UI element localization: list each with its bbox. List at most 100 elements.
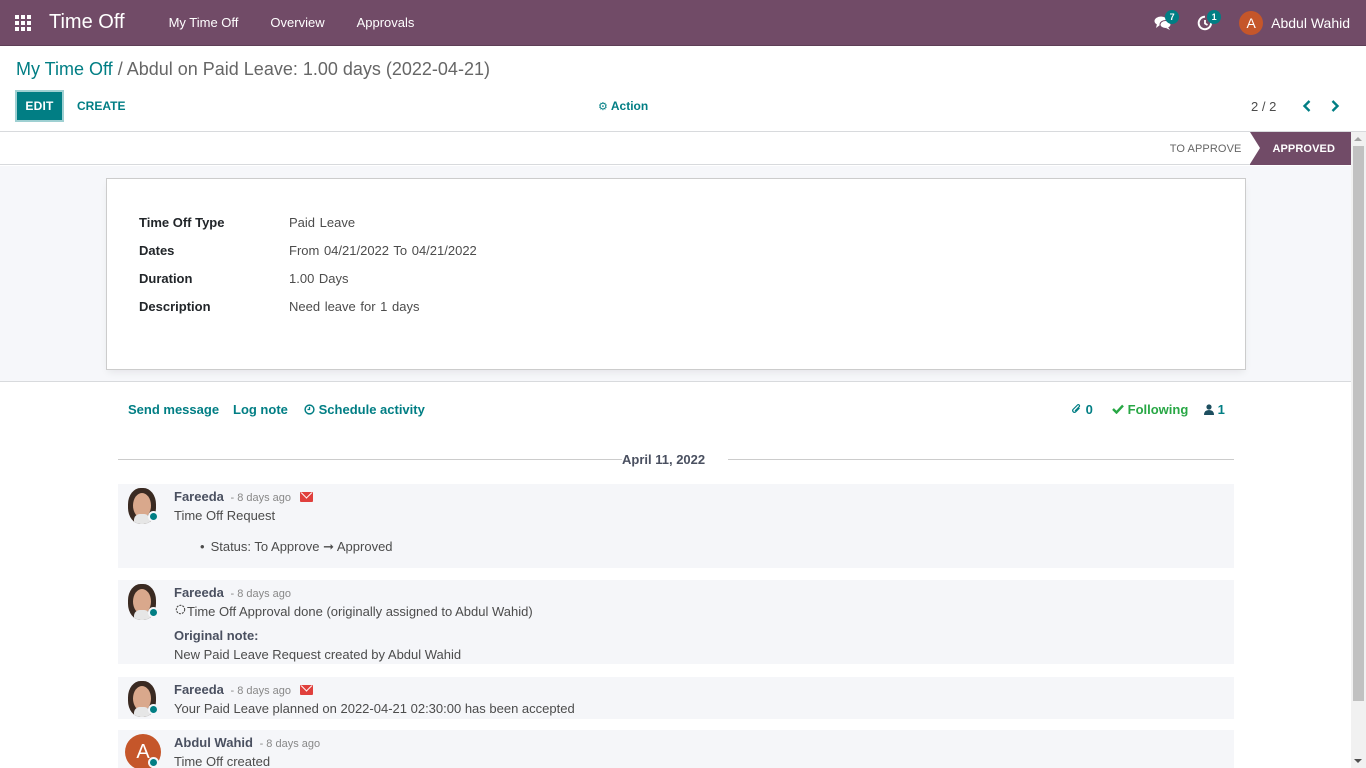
- activities-count-badge: 1: [1207, 10, 1222, 24]
- message-author[interactable]: Fareeda: [174, 585, 224, 600]
- field-label: Description: [139, 299, 211, 314]
- vertical-scrollbar[interactable]: [1351, 132, 1366, 768]
- action-dropdown-button[interactable]: ⚙ Action: [598, 90, 648, 122]
- arrow-right-icon: ➞: [323, 539, 334, 554]
- breadcrumb-parent-link[interactable]: My Time Off: [16, 59, 113, 79]
- schedule-activity-label: Schedule activity: [318, 402, 425, 417]
- online-status-icon: [148, 704, 159, 715]
- online-status-icon: [148, 511, 159, 522]
- paperclip-icon: [1072, 404, 1081, 413]
- systray: 7 1 A Abdul Wahid: [1145, 0, 1366, 46]
- field-value: 1.00 Days: [289, 271, 349, 286]
- status-step-to-approve[interactable]: TO APPROVE: [1170, 132, 1251, 165]
- date-separator: April 11, 2022: [118, 450, 1234, 470]
- breadcrumb-separator: /: [112, 59, 127, 79]
- field-dates: Dates From 04/21/2022 To 04/21/2022: [139, 243, 477, 258]
- original-note-label: Original note:: [174, 628, 259, 643]
- scroll-up-arrow-icon[interactable]: [1354, 137, 1362, 141]
- main-menu: My Time Off Overview Approvals: [153, 0, 431, 46]
- following-label: Following: [1127, 402, 1189, 417]
- scroll-thumb[interactable]: [1353, 146, 1364, 701]
- separator-line-left: [118, 459, 622, 460]
- user-name: Abdul Wahid: [1271, 15, 1350, 31]
- messages-count-badge: 7: [1165, 10, 1180, 24]
- message-body: Time Off created: [174, 754, 271, 768]
- user-menu[interactable]: A Abdul Wahid: [1239, 11, 1350, 35]
- attachments-button[interactable]: 0: [1071, 402, 1093, 417]
- message-author[interactable]: Fareeda: [174, 682, 224, 697]
- pager-value[interactable]: 2 / 2: [1251, 90, 1276, 122]
- message-text: Time Off Approval done (originally assig…: [187, 604, 533, 619]
- field-time-off-type: Time Off Type Paid Leave: [139, 215, 355, 230]
- online-status-icon: [148, 607, 159, 618]
- message-item: Fareeda - 8 days ago Time Off Approval d…: [118, 580, 1234, 664]
- message-body: Time Off Request: [174, 508, 276, 523]
- online-status-icon: [148, 757, 159, 768]
- message-item: Fareeda - 8 days ago Your Paid Leave pla…: [118, 677, 1234, 719]
- message-header: Fareeda - 8 days ago: [174, 682, 313, 697]
- clock-icon: [304, 404, 315, 415]
- tracking-value: • Status: To Approve ➞ Approved: [200, 539, 393, 555]
- original-note: New Paid Leave Request created by Abdul …: [174, 647, 462, 662]
- attachments-count: 0: [1085, 402, 1093, 417]
- message-header: Fareeda - 8 days ago: [174, 585, 291, 600]
- top-navbar: Time Off My Time Off Overview Approvals …: [0, 0, 1366, 46]
- tracking-old: Status: To Approve: [210, 539, 320, 554]
- form-view: TO APPROVE APPROVED Time Off Type Paid L…: [0, 132, 1351, 768]
- form-sheet: Time Off Type Paid Leave Dates From 04/2…: [106, 178, 1246, 370]
- pager-previous-button[interactable]: [1300, 90, 1314, 122]
- message-item: Fareeda - 8 days ago Time Off Request • S…: [118, 484, 1234, 568]
- user-avatar: A: [1239, 11, 1264, 35]
- edit-button[interactable]: EDIT: [15, 90, 64, 122]
- create-button[interactable]: CREATE: [77, 90, 125, 122]
- status-steps: TO APPROVE APPROVED: [1170, 132, 1351, 165]
- send-message-button[interactable]: Send message: [128, 402, 219, 417]
- check-icon: [1112, 404, 1124, 415]
- date-separator-label: April 11, 2022: [622, 452, 706, 467]
- envelope-icon: [299, 685, 313, 695]
- scroll-down-arrow-icon[interactable]: [1354, 759, 1362, 763]
- apps-menu-button[interactable]: [0, 0, 46, 46]
- message-body: Time Off Approval done (originally assig…: [174, 603, 533, 619]
- message-header: Abdul Wahid - 8 days ago: [174, 735, 320, 750]
- followers-button[interactable]: 1: [1204, 402, 1225, 417]
- following-button[interactable]: Following: [1112, 402, 1188, 417]
- field-value: Need leave for 1 days: [289, 299, 420, 314]
- tracking-new: Approved: [336, 539, 393, 554]
- activity-menu-button[interactable]: 1: [1187, 0, 1223, 46]
- bullet-icon: •: [200, 539, 205, 554]
- message-author[interactable]: Abdul Wahid: [174, 735, 253, 750]
- chatter-topbar: Send message Log note Schedule activity …: [118, 402, 1234, 424]
- log-note-button[interactable]: Log note: [233, 402, 288, 417]
- breadcrumb: My Time Off / Abdul on Paid Leave: 1.00 …: [16, 59, 490, 80]
- message-author[interactable]: Fareeda: [174, 489, 224, 504]
- field-value: From 04/21/2022 To 04/21/2022: [289, 243, 477, 258]
- apps-grid-icon: [15, 14, 31, 31]
- schedule-activity-button[interactable]: Schedule activity: [304, 402, 425, 417]
- pager-next-button[interactable]: [1328, 90, 1342, 122]
- gear-icon: ⚙: [598, 100, 608, 113]
- message-date: - 8 days ago: [259, 738, 321, 750]
- field-description: Description Need leave for 1 days: [139, 299, 419, 314]
- message-date: - 8 days ago: [230, 492, 292, 504]
- messaging-menu-button[interactable]: 7: [1145, 0, 1181, 46]
- chevron-left-icon: [1302, 100, 1311, 112]
- control-panel: My Time Off / Abdul on Paid Leave: 1.00 …: [0, 46, 1366, 132]
- app-title[interactable]: Time Off: [49, 11, 125, 34]
- status-step-approved[interactable]: APPROVED: [1250, 132, 1351, 165]
- message-header: Fareeda - 8 days ago: [174, 489, 313, 504]
- menu-my-time-off[interactable]: My Time Off: [153, 0, 255, 46]
- separator-line-right: [728, 459, 1234, 460]
- status-bar: TO APPROVE APPROVED: [0, 132, 1351, 165]
- action-label: Action: [610, 99, 649, 113]
- menu-approvals[interactable]: Approvals: [341, 0, 431, 46]
- message-item: A Abdul Wahid - 8 days ago Time Off crea…: [118, 730, 1234, 768]
- menu-overview[interactable]: Overview: [254, 0, 340, 46]
- envelope-icon: [299, 492, 313, 502]
- field-duration: Duration 1.00 Days: [139, 271, 349, 286]
- breadcrumb-current: Abdul on Paid Leave: 1.00 days (2022-04-…: [126, 59, 490, 79]
- message-body: Your Paid Leave planned on 2022-04-21 02…: [174, 701, 575, 716]
- field-label: Duration: [139, 271, 193, 286]
- form-sheet-background: Time Off Type Paid Leave Dates From 04/2…: [0, 166, 1351, 382]
- field-value: Paid Leave: [289, 215, 356, 230]
